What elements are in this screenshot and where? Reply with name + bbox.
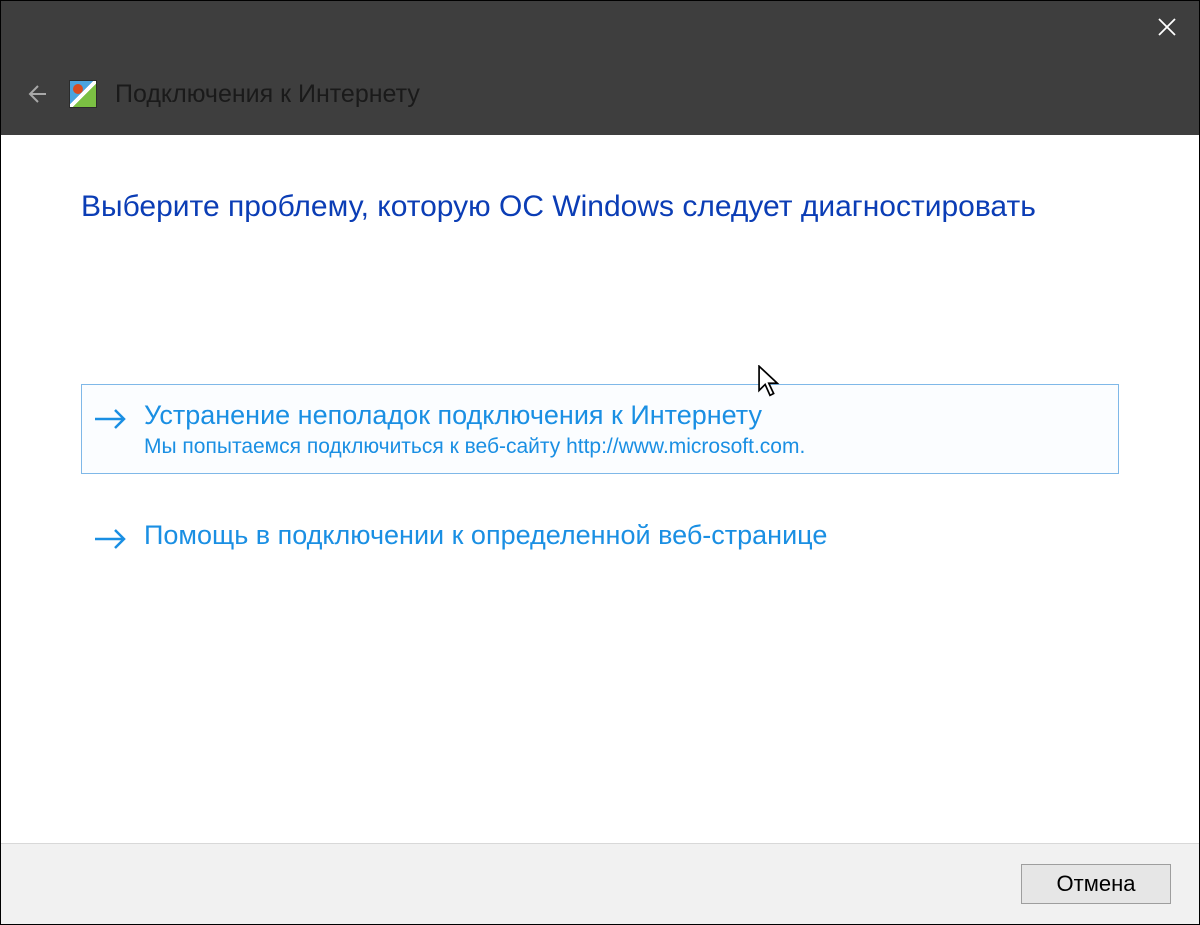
close-icon — [1158, 18, 1176, 36]
network-troubleshooter-icon — [69, 80, 97, 108]
troubleshooter-window: Подключения к Интернету Выберите проблем… — [0, 0, 1200, 925]
header-bar: Подключения к Интернету — [1, 53, 1199, 135]
close-button[interactable] — [1147, 7, 1187, 47]
back-arrow-icon — [24, 82, 48, 106]
option-troubleshoot-internet[interactable]: Устранение неполадок подключения к Интер… — [81, 384, 1119, 474]
option-text: Помощь в подключении к определенной веб-… — [144, 519, 1104, 553]
arrow-right-icon — [92, 401, 128, 437]
header-title: Подключения к Интернету — [115, 80, 420, 109]
content-area: Выберите проблему, которую ОС Windows сл… — [1, 135, 1199, 843]
option-help-specific-page[interactable]: Помощь в подключении к определенной веб-… — [81, 504, 1119, 572]
option-description: Мы попытаемся подключиться к веб-сайту h… — [144, 435, 1104, 459]
option-title: Устранение неполадок подключения к Интер… — [144, 399, 1104, 433]
page-heading: Выберите проблему, которую ОС Windows сл… — [81, 190, 1119, 224]
footer-bar: Отмена — [1, 843, 1199, 924]
back-button[interactable] — [21, 79, 51, 109]
option-text: Устранение неполадок подключения к Интер… — [144, 399, 1104, 459]
cancel-button[interactable]: Отмена — [1021, 864, 1171, 904]
titlebar — [1, 1, 1199, 53]
option-title: Помощь в подключении к определенной веб-… — [144, 519, 1104, 553]
arrow-right-icon — [92, 521, 128, 557]
